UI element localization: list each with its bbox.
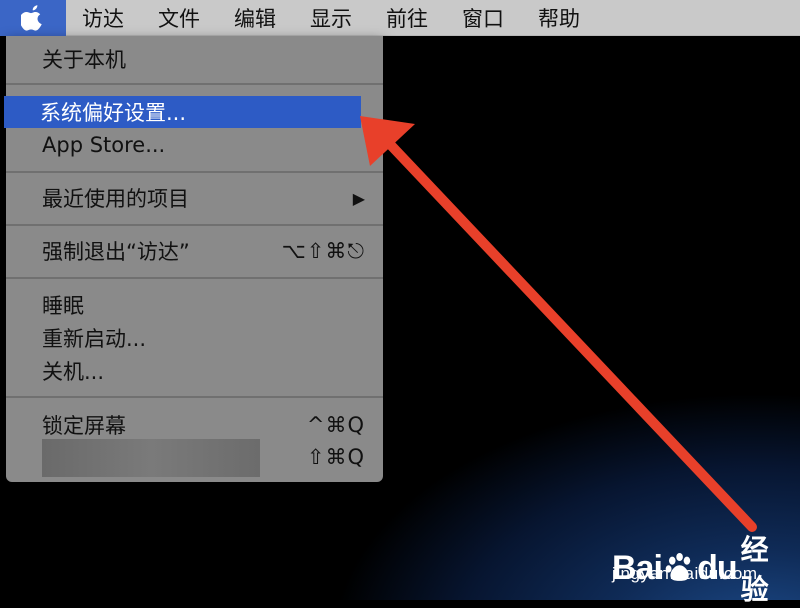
annotation-arrow-icon <box>360 116 757 532</box>
watermark-url: jingyan.baidu.com <box>612 564 758 583</box>
baidu-jingyan-watermark: Bai du 经验 jingyan.baidu.com <box>612 512 792 606</box>
